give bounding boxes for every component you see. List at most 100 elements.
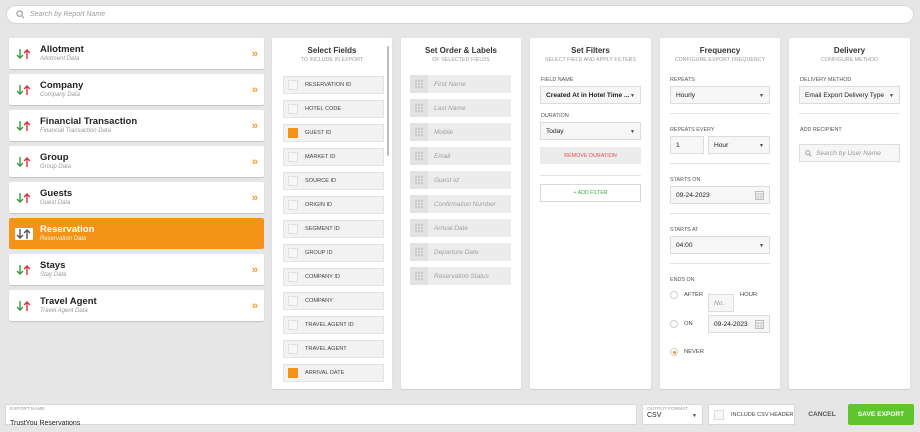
starts-at-select[interactable]: 04:00 ▼ <box>670 236 770 254</box>
drag-handle-icon[interactable] <box>410 243 428 261</box>
output-format-select[interactable]: OUTPUT FORMAT CSV ▼ <box>642 404 703 425</box>
recipient-search-input[interactable]: Search by User Name <box>799 144 900 162</box>
caret-down-icon: ▼ <box>630 129 635 135</box>
category-travel-agent[interactable]: Travel Agent Travel Agent Data » <box>9 290 264 321</box>
ends-after-radio[interactable] <box>670 291 678 299</box>
csv-header-checkbox[interactable] <box>714 409 724 420</box>
field-label: ORIGIN ID <box>305 202 333 208</box>
order-label-input[interactable] <box>434 176 508 184</box>
divider <box>670 113 770 114</box>
report-search-bar[interactable] <box>6 5 914 24</box>
drag-handle-icon[interactable] <box>410 267 428 285</box>
category-stays[interactable]: Stays Stay Data » <box>9 254 264 285</box>
starts-on-input[interactable]: 09-24-2023 <box>670 186 770 204</box>
order-label-input[interactable] <box>434 200 508 208</box>
order-row[interactable] <box>410 99 511 117</box>
order-row[interactable] <box>410 219 511 237</box>
order-row[interactable] <box>410 171 511 189</box>
field-label: TRAVEL AGENT ID <box>305 322 354 328</box>
export-name-input[interactable] <box>10 420 610 427</box>
field-row[interactable]: TRAVEL AGENT <box>283 340 384 358</box>
ends-on-date-input[interactable]: 09-24-2023 <box>708 315 770 333</box>
cancel-button[interactable]: CANCEL <box>801 404 843 425</box>
field-checkbox[interactable] <box>288 224 298 234</box>
calendar-icon[interactable] <box>755 320 764 329</box>
field-checkbox[interactable] <box>288 80 298 90</box>
field-checkbox[interactable] <box>288 272 298 282</box>
scrollbar[interactable] <box>387 46 389 156</box>
save-export-button[interactable]: SAVE EXPORT <box>848 404 914 425</box>
order-row[interactable] <box>410 195 511 213</box>
drag-handle-icon[interactable] <box>410 75 428 93</box>
category-group[interactable]: Group Group Data » <box>9 146 264 177</box>
ends-on-radio[interactable] <box>670 320 678 328</box>
order-row[interactable] <box>410 75 511 93</box>
field-label: HOTEL CODE <box>305 106 342 112</box>
field-row[interactable]: MARKET ID <box>283 148 384 166</box>
field-row[interactable]: RESERVATION ID <box>283 76 384 94</box>
calendar-icon[interactable] <box>755 191 764 200</box>
ends-never-radio[interactable] <box>670 348 678 356</box>
report-search-input[interactable] <box>30 11 890 18</box>
category-guests[interactable]: Guests Guest Data » <box>9 182 264 213</box>
field-checkbox[interactable] <box>288 344 298 354</box>
field-row[interactable]: GUEST ID <box>283 124 384 142</box>
order-label-input[interactable] <box>434 80 508 88</box>
order-row[interactable] <box>410 123 511 141</box>
field-checkbox[interactable] <box>288 128 298 138</box>
duration-select[interactable]: Today ▼ <box>540 122 641 140</box>
category-financial-transaction[interactable]: Financial Transaction Financial Transacti… <box>9 110 264 141</box>
drag-handle-icon[interactable] <box>410 123 428 141</box>
repeats-every-input[interactable]: 1 <box>670 136 704 154</box>
order-row[interactable] <box>410 147 511 165</box>
add-filter-button[interactable]: + ADD FILTER <box>540 184 641 202</box>
repeats-label: REPEATS <box>670 77 695 83</box>
field-checkbox[interactable] <box>288 176 298 186</box>
order-label-input[interactable] <box>434 104 508 112</box>
remove-duration-button[interactable]: REMOVE DURATION <box>540 147 641 164</box>
panel-title: Set Order & Labels <box>424 46 498 55</box>
order-labels-panel: Set Order & Labels of selected fields <box>401 38 521 389</box>
field-row[interactable]: GROUP ID <box>283 244 384 262</box>
field-checkbox[interactable] <box>288 320 298 330</box>
field-row[interactable]: COMPANY <box>283 292 384 310</box>
drag-handle-icon[interactable] <box>410 219 428 237</box>
include-csv-header-toggle[interactable]: INCLUDE CSV HEADER <box>708 404 795 425</box>
field-name-select[interactable]: Created At in Hotel Time ... ▼ <box>540 86 641 104</box>
field-checkbox[interactable] <box>288 296 298 306</box>
category-company[interactable]: Company Company Data » <box>9 74 264 105</box>
repeats-select[interactable]: Hourly ▼ <box>670 86 770 104</box>
delivery-method-select[interactable]: Email Export Delivery Type ▼ <box>799 86 900 104</box>
drag-handle-icon[interactable] <box>410 99 428 117</box>
field-row[interactable]: ORIGIN ID <box>283 196 384 214</box>
order-label-input[interactable] <box>434 152 508 160</box>
field-checkbox[interactable] <box>288 248 298 258</box>
field-checkbox[interactable] <box>288 152 298 162</box>
order-row[interactable] <box>410 243 511 261</box>
drag-handle-icon[interactable] <box>410 147 428 165</box>
repeats-unit-select[interactable]: Hour ▼ <box>708 136 770 154</box>
order-row[interactable] <box>410 267 511 285</box>
field-checkbox[interactable] <box>288 104 298 114</box>
delivery-method-value: Email Export Delivery Type <box>805 91 885 99</box>
order-label-input[interactable] <box>434 248 508 256</box>
field-row[interactable]: ARRIVAL DATE <box>283 364 384 382</box>
panel-subtitle: Configure method <box>821 57 878 63</box>
field-row[interactable]: SOURCE ID <box>283 172 384 190</box>
after-count-input[interactable]: No. <box>708 294 734 312</box>
category-allotment[interactable]: Allotment Allotment Data » <box>9 38 264 69</box>
category-reservation[interactable]: Reservation Reservation Data <box>9 218 264 249</box>
export-name-field[interactable]: EXPORT NAME <box>5 404 637 427</box>
field-checkbox[interactable] <box>288 368 298 378</box>
order-label-input[interactable] <box>434 224 508 232</box>
drag-handle-icon[interactable] <box>410 171 428 189</box>
field-row[interactable]: COMPANY ID <box>283 268 384 286</box>
order-label-input[interactable] <box>434 272 508 280</box>
field-row[interactable]: TRAVEL AGENT ID <box>283 316 384 334</box>
field-row[interactable]: HOTEL CODE <box>283 100 384 118</box>
order-label-input[interactable] <box>434 128 508 136</box>
sort-arrows-icon <box>16 156 31 167</box>
field-checkbox[interactable] <box>288 200 298 210</box>
field-row[interactable]: SEGMENT ID <box>283 220 384 238</box>
drag-handle-icon[interactable] <box>410 195 428 213</box>
